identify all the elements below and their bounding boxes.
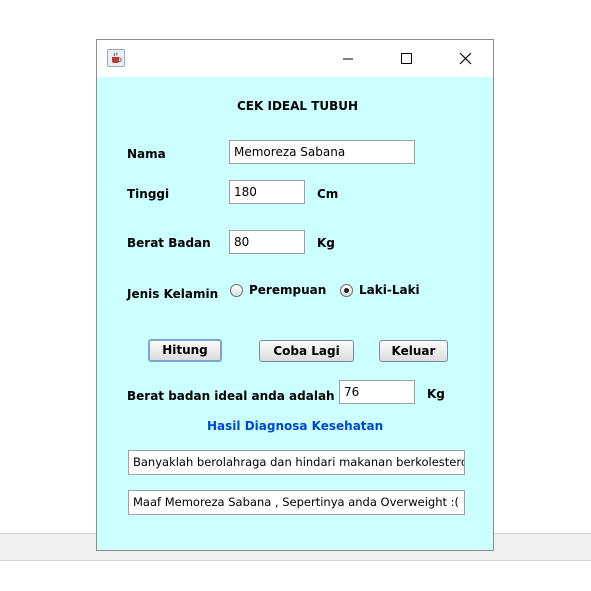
maximize-button[interactable] <box>384 40 430 77</box>
coba-lagi-button[interactable]: Coba Lagi <box>259 340 354 362</box>
hitung-button[interactable]: Hitung <box>148 339 222 362</box>
close-button[interactable] <box>443 40 489 77</box>
radio-laki-laki[interactable] <box>340 284 353 297</box>
java-cup-icon <box>107 49 125 67</box>
ideal-weight-label: Berat badan ideal anda adalah <box>127 389 335 403</box>
nama-input[interactable]: Memoreza Sabana <box>229 140 415 164</box>
radio-laki-laki-label[interactable]: Laki-Laki <box>359 283 420 297</box>
radio-perempuan[interactable] <box>230 284 243 297</box>
diagnosis-heading: Hasil Diagnosa Kesehatan <box>207 419 384 433</box>
title-bar <box>97 40 493 77</box>
tinggi-input[interactable]: 180 <box>229 180 305 204</box>
ideal-weight-unit: Kg <box>427 387 445 401</box>
gender-label: Jenis Kelamin <box>127 287 219 301</box>
maximize-icon <box>401 53 412 64</box>
radio-perempuan-label[interactable]: Perempuan <box>249 283 326 297</box>
tinggi-label: Tinggi <box>127 187 170 201</box>
form-heading: CEK IDEAL TUBUH <box>237 99 359 113</box>
berat-input[interactable]: 80 <box>229 230 305 254</box>
app-window: CEK IDEAL TUBUH Nama Memoreza Sabana Tin… <box>96 39 494 551</box>
radio-selected-dot <box>344 288 349 293</box>
minimize-button[interactable] <box>325 40 371 77</box>
berat-unit: Kg <box>317 236 335 250</box>
minimize-icon <box>343 58 353 60</box>
close-icon <box>459 52 472 65</box>
keluar-button[interactable]: Keluar <box>379 340 448 362</box>
tinggi-unit: Cm <box>317 187 339 201</box>
status-output[interactable]: Maaf Memoreza Sabana , Sepertinya anda O… <box>128 490 465 515</box>
ideal-weight-output[interactable]: 76 <box>339 380 415 404</box>
berat-label: Berat Badan <box>127 236 211 250</box>
nama-label: Nama <box>127 147 166 161</box>
advice-output[interactable]: Banyaklah berolahraga dan hindari makana… <box>128 450 465 475</box>
